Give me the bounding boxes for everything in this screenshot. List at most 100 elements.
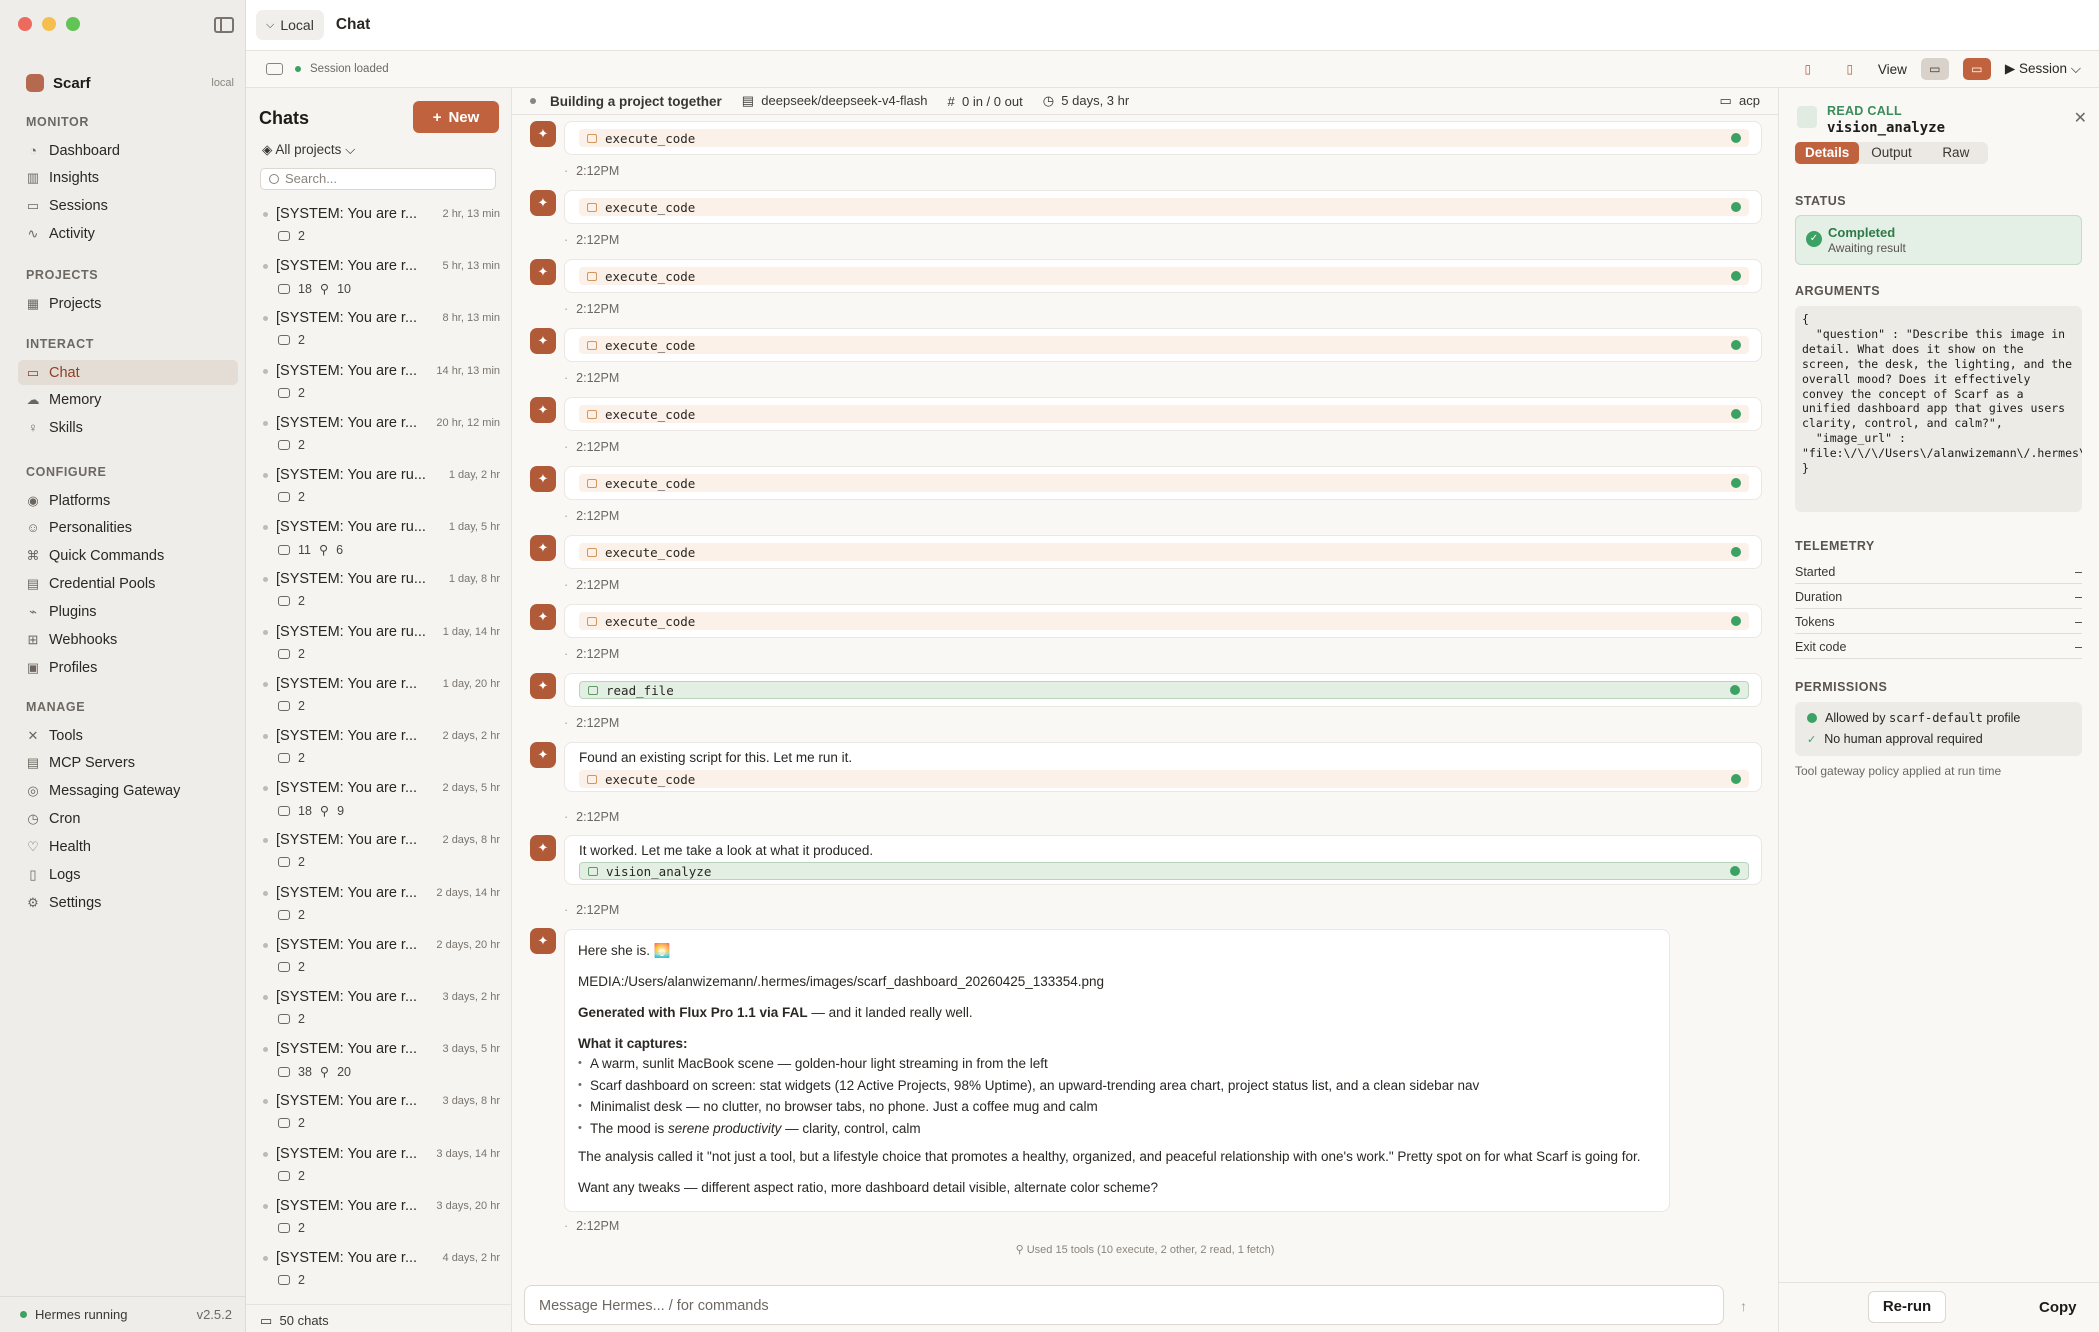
sidebar-item-insights[interactable]: ▥ Insights — [18, 166, 238, 191]
chat-meta: 2 — [278, 699, 305, 713]
chat-view-icon[interactable]: ▭ — [1962, 58, 1991, 80]
new-chat-button[interactable]: + New — [413, 101, 499, 133]
tab-raw[interactable]: Raw — [1924, 142, 1988, 164]
tool-call-row[interactable]: vision_analyze — [579, 862, 1749, 880]
tool-call-row[interactable]: execute_code — [579, 770, 1749, 788]
sidebar-item-messaging-gateway[interactable]: ◎ Messaging Gateway — [18, 779, 238, 804]
sidebar-item-sessions[interactable]: ▭ Sessions — [18, 194, 238, 219]
sidebar-item-cron[interactable]: ◷ Cron — [18, 807, 238, 832]
left-panel-icon[interactable]: ▯ — [1794, 58, 1822, 80]
minimize-window-button[interactable] — [42, 17, 56, 31]
sidebar-item-projects[interactable]: ▦ Projects — [18, 291, 238, 316]
list-item[interactable]: [SYSTEM: You are r... 5 hr, 13 min 18 ⚲ 10 — [246, 251, 512, 303]
view-controls: ▯ ▯ View ▭ ▭ ▶ Session ⌵ — [1794, 58, 2099, 80]
list-item[interactable]: [SYSTEM: You are r... 8 hr, 13 min 2 — [246, 303, 512, 355]
close-icon[interactable]: ✕ — [2074, 108, 2087, 128]
list-item[interactable]: [SYSTEM: You are r... 2 hr, 13 min 2 — [246, 199, 512, 251]
sidebar-item-mcp-servers[interactable]: ▤ MCP Servers — [18, 751, 238, 776]
chat-title: [SYSTEM: You are r... — [276, 1250, 418, 1266]
sidebar-item-credential-pools[interactable]: ▤ Credential Pools — [18, 572, 238, 597]
sidebar-item-chat[interactable]: ▭ Chat — [18, 360, 238, 385]
tool-call-row[interactable]: execute_code — [579, 405, 1749, 423]
tool-call-row[interactable]: execute_code — [579, 267, 1749, 285]
document-icon — [1797, 106, 1817, 128]
media-path[interactable]: MEDIA:/Users/alanwizemann/.hermes/images… — [578, 972, 1656, 991]
list-item[interactable]: [SYSTEM: You are r... 1 day, 20 hr 2 — [246, 669, 512, 721]
terminal-view-icon[interactable]: ▭ — [1920, 58, 1949, 80]
send-icon[interactable]: ↑ — [1740, 1298, 1747, 1314]
list-item[interactable]: [SYSTEM: You are r... 14 hr, 13 min 2 — [246, 356, 512, 408]
list-item[interactable]: [SYSTEM: You are r... 3 days, 8 hr 2 — [246, 1086, 512, 1138]
rerun-button[interactable]: Re-run — [1868, 1291, 1946, 1323]
success-icon — [1731, 202, 1741, 212]
sidebar-item-platforms[interactable]: ◉ Platforms — [18, 488, 238, 513]
chat-time: 3 days, 8 hr — [442, 1095, 500, 1108]
tool-call-row[interactable]: execute_code — [579, 129, 1749, 147]
token-count: # 0 in / 0 out — [947, 93, 1023, 109]
list-item[interactable]: [SYSTEM: You are r... 2 days, 5 hr 18 ⚲ 9 — [246, 773, 512, 825]
list-item[interactable]: [SYSTEM: You are r... 2 days, 8 hr 2 — [246, 825, 512, 877]
tool-call-row[interactable]: execute_code — [579, 612, 1749, 630]
chat-meta: 2 — [278, 594, 305, 608]
sidebar-item-profiles[interactable]: ▣ Profiles — [18, 655, 238, 680]
unread-dot — [263, 577, 268, 583]
sidebar-item-dashboard[interactable]: ◔ Dashboard — [18, 138, 238, 163]
mood-pre: The mood is — [590, 1120, 669, 1136]
sidebar-item-plugins[interactable]: ⌁ Plugins — [18, 600, 238, 625]
tool-name: execute_code — [605, 130, 696, 146]
list-item[interactable]: [SYSTEM: You are ru... 1 day, 5 hr 11 ⚲ 6 — [246, 512, 512, 564]
sidebar-item-label: Health — [49, 839, 91, 856]
tool-count: 6 — [336, 542, 344, 557]
search-placeholder: Search... — [285, 171, 338, 186]
sidebar-item-health[interactable]: ♡ Health — [18, 835, 238, 860]
close-window-button[interactable] — [18, 17, 32, 31]
activity-icon: ∿ — [27, 226, 39, 242]
tool-call-row[interactable]: execute_code — [579, 198, 1749, 216]
list-item[interactable]: [SYSTEM: You are r... 3 days, 14 hr 2 — [246, 1139, 512, 1191]
session-menu[interactable]: ▶ Session ⌵ — [2005, 61, 2081, 77]
tool-message: execute_code — [564, 190, 1762, 224]
sidebar-item-quick-commands[interactable]: ⌘ Quick Commands — [18, 544, 238, 569]
tool-call-row[interactable]: execute_code — [579, 543, 1749, 561]
list-item[interactable]: [SYSTEM: You are r... 4 days, 2 hr 2 — [246, 1243, 512, 1295]
sidebar-toggle-icon[interactable] — [214, 17, 234, 33]
list-item[interactable]: [SYSTEM: You are ru... 1 day, 14 hr 2 — [246, 617, 512, 669]
tab-details[interactable]: Details — [1795, 142, 1860, 164]
list-item[interactable]: [SYSTEM: You are r... 20 hr, 12 min 2 — [246, 408, 512, 460]
tab-output[interactable]: Output — [1859, 142, 1923, 164]
right-panel-icon[interactable]: ▯ — [1836, 58, 1864, 80]
tool-name: execute_code — [605, 771, 696, 787]
copy-button[interactable]: Copy — [2039, 1299, 2077, 1316]
sidebar-item-webhooks[interactable]: ⊞ Webhooks — [18, 628, 238, 653]
assistant-avatar: ✦ — [530, 928, 556, 954]
tool-call-row[interactable]: execute_code — [579, 474, 1749, 492]
sidebar-item-memory[interactable]: ☁ Memory — [18, 388, 238, 413]
search-input[interactable]: Search... — [260, 168, 496, 190]
sidebar-item-skills[interactable]: ♀ Skills — [18, 416, 238, 441]
sidebar-item-activity[interactable]: ∿ Activity — [18, 222, 238, 247]
list-item[interactable]: [SYSTEM: You are r... 2 days, 2 hr 2 — [246, 721, 512, 773]
sidebar-item-settings[interactable]: ⚙ Settings — [18, 890, 238, 915]
tool-call-row[interactable]: read_file — [579, 681, 1749, 699]
tool-message: read_file — [564, 673, 1762, 707]
chat-title: [SYSTEM: You are ru... — [276, 571, 426, 588]
tool-call-row[interactable]: execute_code — [579, 336, 1749, 354]
list-item[interactable]: [SYSTEM: You are r... 3 days, 2 hr 2 — [246, 982, 512, 1034]
sidebar-item-personalities[interactable]: ☺ Personalities — [18, 516, 238, 541]
check-circle-icon: ✓ — [1806, 231, 1822, 247]
unread-dot — [263, 1203, 268, 1209]
list-item[interactable]: [SYSTEM: You are r... 3 days, 20 hr 2 — [246, 1191, 512, 1243]
project-filter[interactable]: ◈ All projects ⌵ — [262, 142, 355, 158]
list-item[interactable]: [SYSTEM: You are r... 2 days, 14 hr 2 — [246, 878, 512, 930]
list-item[interactable]: [SYSTEM: You are ru... 1 day, 2 hr 2 — [246, 460, 512, 512]
sidebar-item-logs[interactable]: ▯ Logs — [18, 863, 238, 888]
message-composer[interactable]: Message Hermes... / for commands — [524, 1285, 1724, 1325]
telemetry-value: – — [2075, 614, 2082, 629]
zoom-window-button[interactable] — [66, 17, 80, 31]
sidebar-item-tools[interactable]: ✕ Tools — [18, 723, 238, 748]
list-item[interactable]: [SYSTEM: You are ru... 1 day, 8 hr 2 — [246, 564, 512, 616]
location-button[interactable]: ⌵ Local — [256, 10, 324, 40]
list-item[interactable]: [SYSTEM: You are r... 2 days, 20 hr 2 — [246, 930, 512, 982]
terminal-icon — [587, 478, 597, 488]
list-item[interactable]: [SYSTEM: You are r... 3 days, 5 hr 38 ⚲ 20 — [246, 1034, 512, 1086]
